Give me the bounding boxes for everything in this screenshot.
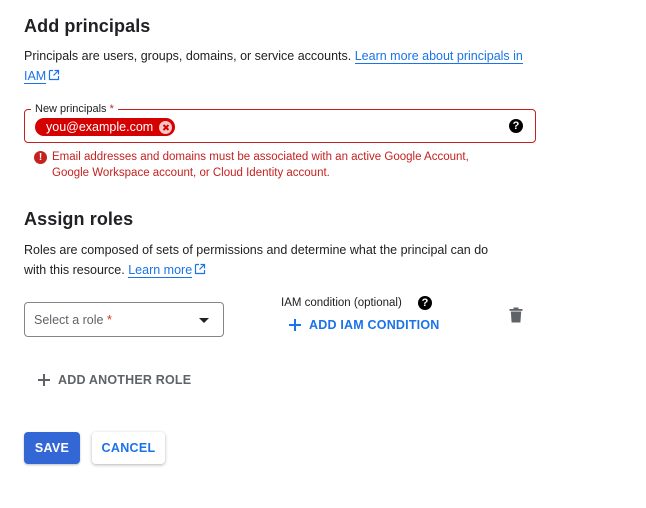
plus-icon xyxy=(289,319,301,331)
cancel-button[interactable]: CANCEL xyxy=(92,432,165,464)
learn-more-roles-link[interactable]: Learn more xyxy=(128,263,193,278)
remove-chip-icon[interactable] xyxy=(159,120,173,134)
error-icon: ! xyxy=(34,151,47,164)
delete-role-icon[interactable] xyxy=(509,307,523,323)
add-another-role-label: ADD ANOTHER ROLE xyxy=(58,373,192,387)
error-text-line1: Email addresses and domains must be asso… xyxy=(52,151,469,163)
add-principals-heading: Add principals xyxy=(24,16,151,36)
iam-condition-label: IAM condition (optional) xyxy=(281,297,402,309)
new-principals-field[interactable]: New principals * you@example.com ? xyxy=(24,102,536,143)
assign-roles-heading: Assign roles xyxy=(24,209,134,229)
add-principals-description: Principals are users, groups, domains, o… xyxy=(24,46,544,86)
role-select-placeholder: Select a role * xyxy=(34,313,112,327)
roles-description-line2: with this resource. xyxy=(24,263,125,277)
add-another-role-button[interactable]: ADD ANOTHER ROLE xyxy=(38,373,191,387)
role-select[interactable]: Select a role * xyxy=(24,302,224,337)
assign-roles-description: Roles are composed of sets of permission… xyxy=(24,240,544,280)
principals-description-text: Principals are users, groups, domains, o… xyxy=(24,49,352,63)
dropdown-arrow-icon xyxy=(199,318,209,323)
iam-condition-help-icon[interactable]: ? xyxy=(418,296,432,310)
save-button[interactable]: SAVE xyxy=(24,432,80,464)
principal-chip[interactable]: you@example.com xyxy=(35,118,176,136)
error-text-line2: Google Workspace account, or Cloud Ident… xyxy=(52,167,330,179)
add-iam-condition-button[interactable]: ADD IAM CONDITION xyxy=(289,318,439,332)
new-principals-label: New principals * xyxy=(31,102,118,116)
plus-icon xyxy=(38,374,50,386)
external-link-icon xyxy=(195,263,206,275)
add-iam-condition-label: ADD IAM CONDITION xyxy=(309,318,440,332)
external-link-icon xyxy=(49,69,60,81)
principal-chip-value: you@example.com xyxy=(46,120,154,134)
roles-description-line1: Roles are composed of sets of permission… xyxy=(24,243,489,257)
help-icon[interactable]: ? xyxy=(509,119,523,133)
